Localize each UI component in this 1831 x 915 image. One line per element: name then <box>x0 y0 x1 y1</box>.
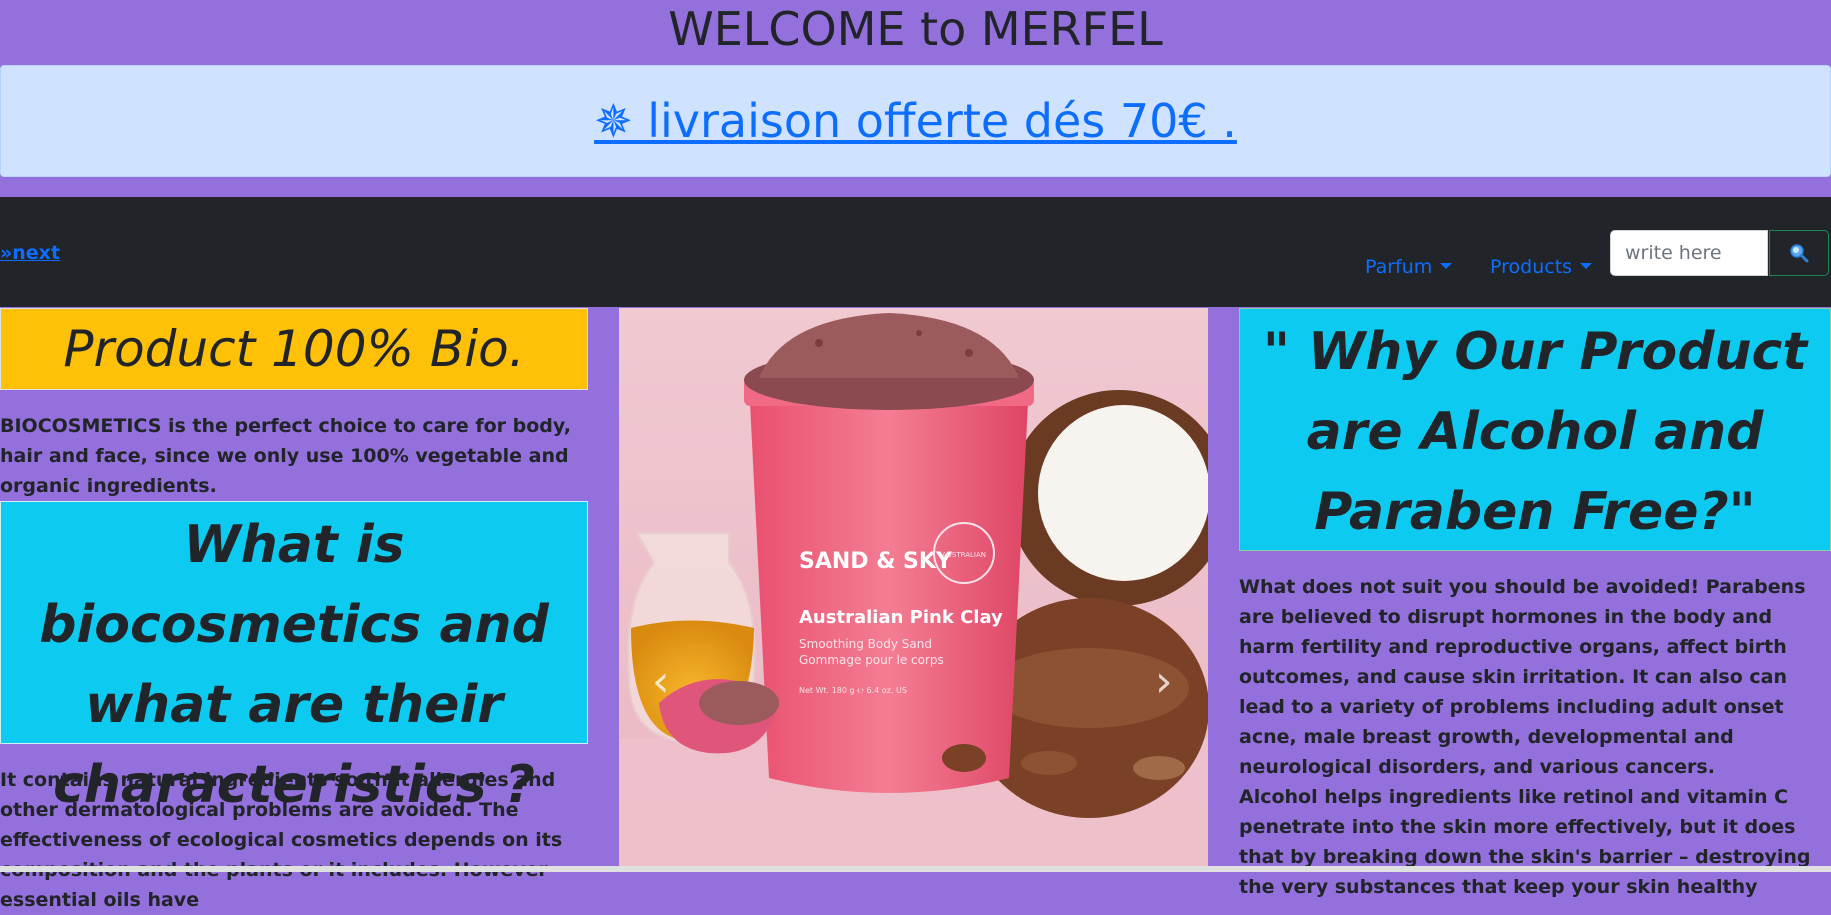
why-paragraph-1: What does not suit you should be avoided… <box>1239 576 1806 778</box>
bio-title-box: Product 100% Bio. <box>0 308 588 390</box>
next-link[interactable]: »next <box>0 242 60 264</box>
nav-dropdown-products[interactable]: Products <box>1490 256 1593 278</box>
caret-down-icon <box>1580 263 1593 269</box>
product-carousel: SAND & SKY Australian Pink Clay Smoothin… <box>619 308 1208 868</box>
promo-banner: ✵ livraison offerte dés 70€ . <box>0 65 1831 177</box>
search-input[interactable] <box>1610 230 1768 276</box>
jar-product-sub-fr: Gommage pour le corps <box>799 653 944 667</box>
horizontal-scrollbar[interactable] <box>0 866 1831 872</box>
jar-product-sub: Smoothing Body Sand <box>799 637 932 651</box>
welcome-title: WELCOME to MERFEL <box>668 2 1163 56</box>
magnifier-icon <box>1790 244 1809 263</box>
product-image: SAND & SKY Australian Pink Clay Smoothin… <box>619 308 1208 868</box>
bio-text: BIOCOSMETICS is the perfect choice to ca… <box>0 415 572 497</box>
promo-link[interactable]: ✵ livraison offerte dés 70€ . <box>594 94 1237 148</box>
question-text: It contains natural ingredients so that … <box>0 769 563 911</box>
question-title-box: What is biocosmetics and what are their … <box>0 501 588 815</box>
jar-product-name: Australian Pink Clay <box>799 607 1003 628</box>
navbar <box>0 197 1831 307</box>
chevron-right-icon[interactable]: › <box>1155 660 1173 704</box>
why-paragraph-2: Alcohol helps ingredients like retinol a… <box>1239 786 1811 898</box>
chevron-left-icon[interactable]: ‹ <box>652 660 670 704</box>
jar-weight: Net Wt. 180 g ℮ 6.4 oz. US <box>799 686 907 695</box>
nav-dropdown-parfum[interactable]: Parfum <box>1365 256 1453 278</box>
nav-parfum-label: Parfum <box>1365 256 1433 278</box>
search-button[interactable] <box>1769 230 1829 276</box>
seal-text: AUSTRALIAN <box>942 551 986 559</box>
why-title-box: " Why Our Product are Alcohol and Parabe… <box>1239 308 1831 551</box>
caret-down-icon <box>1440 263 1453 269</box>
jar-brand-line1: SAND & SKY <box>799 549 953 574</box>
nav-products-label: Products <box>1490 256 1573 278</box>
